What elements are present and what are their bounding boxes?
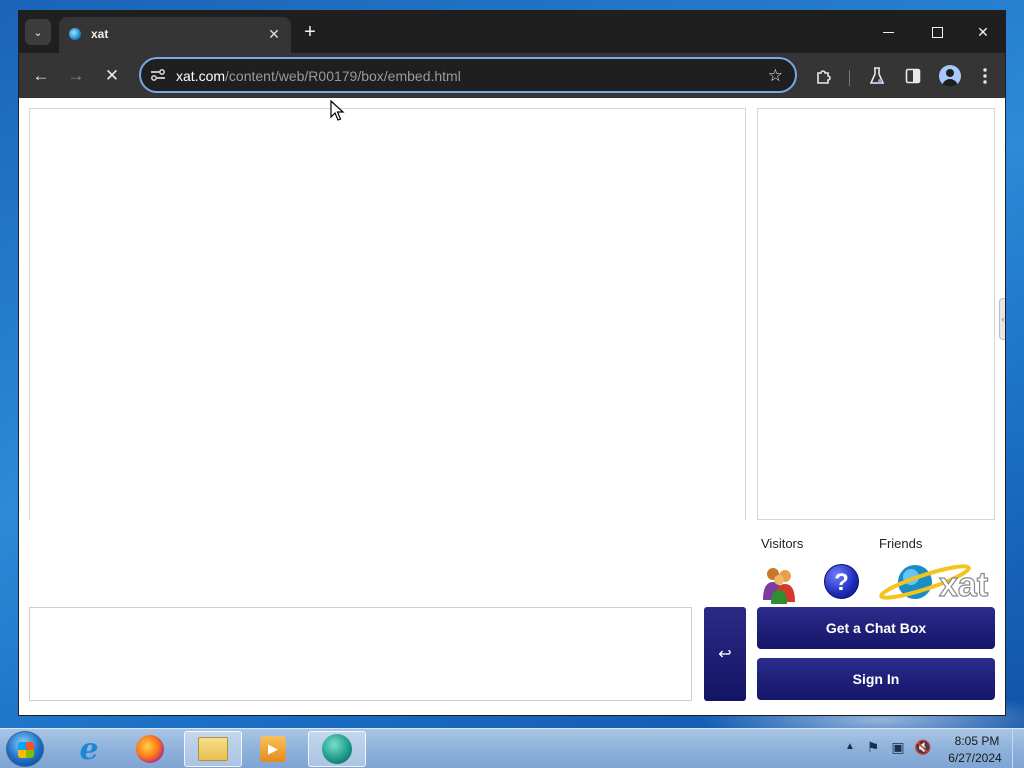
show-hidden-icons-icon[interactable]: ▲ [845,741,855,752]
network-icon[interactable]: ▣ [889,739,907,757]
maximize-icon [931,26,943,38]
volume-muted-icon[interactable]: 🔇 [914,739,932,757]
send-button[interactable]: ↩ [704,607,746,701]
taskbar: e ▶ ▲ ⚑ ▣ 🔇 8:05 PM 6/27/2024 [0,728,1024,768]
user-list-panel[interactable] [757,108,995,520]
profile-icon[interactable] [939,65,961,87]
new-tab-icon[interactable]: + [299,22,321,44]
address-bar[interactable]: xat.com/content/web/R00179/box/embed.htm… [139,57,797,93]
tab-strip: ⌄ xat ✕ + ✕ [19,11,1005,53]
tab-close-icon[interactable]: ✕ [265,25,283,43]
minimize-button[interactable] [873,19,903,45]
firefox-icon [136,735,164,763]
visitors-tab[interactable]: Visitors [761,536,803,551]
tab-search-button[interactable]: ⌄ [25,19,51,45]
extensions-icon[interactable] [811,63,837,89]
chevron-down-icon: ⌄ [33,26,43,39]
firefox-taskbar-button[interactable] [121,731,179,767]
labs-flask-icon[interactable] [864,63,890,89]
maximize-button[interactable] [922,19,952,45]
arrow-right-icon: → [67,66,85,85]
show-desktop-button[interactable] [1012,729,1024,768]
internet-explorer-taskbar-button[interactable]: e [60,731,118,767]
file-explorer-taskbar-button[interactable] [184,731,242,767]
internet-explorer-icon: e [79,731,99,767]
close-icon: ✕ [977,23,989,40]
site-info-icon[interactable] [149,67,167,83]
return-arrow-icon: ↩ [718,646,732,663]
tab-xat[interactable]: xat ✕ [59,17,291,53]
sign-in-button[interactable]: Sign In [757,658,995,700]
stop-loading-button[interactable]: ✕ [99,63,125,89]
media-player-taskbar-button[interactable]: ▶ [244,731,302,767]
stop-icon: ✕ [104,66,120,85]
xat-favicon-icon [69,28,81,40]
tab-title: xat [91,27,109,41]
start-button[interactable] [6,731,44,767]
forward-button[interactable]: → [63,63,89,89]
side-panel-icon[interactable] [900,63,926,89]
more-menu-icon[interactable] [972,63,998,89]
minimize-icon [882,31,894,33]
url-path: /content/web/R00179/box/embed.html [225,68,461,84]
toolbar-divider [849,70,850,86]
edge-icon [322,734,352,764]
star-icon[interactable]: ☆ [768,66,783,86]
back-button[interactable]: ← [28,63,54,89]
browser-toolbar: ← → ✕ xat.com/content/web/R00179/box/emb… [19,53,1005,98]
clock-time[interactable]: 8:05 PM [947,734,1007,748]
folder-icon [198,737,228,761]
mouse-cursor-icon [330,100,345,121]
arrow-left-icon: ← [32,66,50,85]
url-host: xat.com [176,68,226,84]
help-icon[interactable]: ? [824,564,859,599]
windows-logo-icon [18,742,34,758]
people-icon[interactable] [759,564,799,604]
edge-taskbar-button[interactable] [308,731,366,767]
browser-window: ⌄ xat ✕ + ✕ ← → ✕ xat.com/content/web/R0… [18,10,1006,716]
chat-message-input[interactable] [29,607,692,701]
clock-date[interactable]: 6/27/2024 [940,751,1010,765]
get-chat-box-button[interactable]: Get a Chat Box [757,607,995,649]
chat-messages-area[interactable] [29,108,746,520]
xat-logo-text: xat [939,566,988,604]
page-content: ‹ Visitors Friends ? xat ↩ Get a Chat Bo… [19,98,1005,715]
friends-tab[interactable]: Friends [879,536,922,551]
side-panel-handle-icon[interactable]: ‹ [999,298,1005,340]
media-player-icon: ▶ [260,736,286,762]
close-window-button[interactable]: ✕ [968,19,998,45]
url-text[interactable]: xat.com/content/web/R00179/box/embed.htm… [176,68,461,84]
action-center-flag-icon[interactable]: ⚑ [864,739,882,757]
xat-logo: xat [879,564,989,604]
